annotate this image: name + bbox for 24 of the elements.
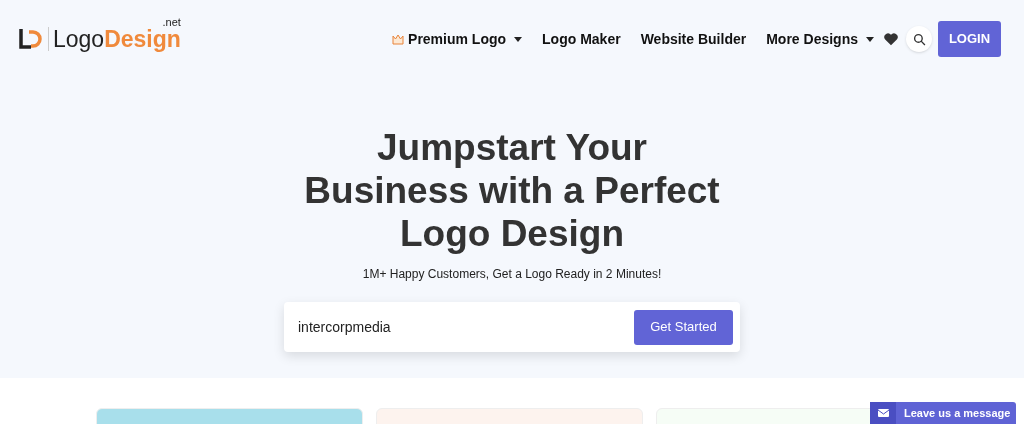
hero-headline: Jumpstart Your: [377, 126, 647, 169]
logo-icon: [18, 27, 44, 51]
search-icon: [912, 32, 926, 46]
caret-icon: [514, 36, 523, 42]
nav-link[interactable]: More Designs: [766, 28, 874, 50]
logo-word: Design: [104, 27, 181, 51]
search-button[interactable]: [906, 26, 932, 52]
caret-icon: [866, 36, 874, 42]
get-started-button[interactable]: Get Started: [634, 309, 733, 345]
search-bar[interactable]: intercorpmedia Get Started: [284, 302, 740, 352]
hero-headline: Logo Design: [399, 212, 624, 255]
chat-button[interactable]: Leave us a message: [870, 402, 1016, 424]
heart-icon[interactable]: [884, 32, 898, 46]
login-button[interactable]: LOGIN: [938, 21, 1001, 57]
crown-icon: [392, 33, 405, 45]
logo-word: Logo: [53, 27, 105, 51]
hero-subtitle: 1M+ Happy Customers, Get a Logo Ready in 2 Minutes!: [362, 266, 662, 283]
mail-icon: [877, 409, 889, 417]
hero-headline: Business with a Perfect: [304, 169, 720, 212]
input-field[interactable]: intercorpmedia: [298, 316, 634, 338]
nav-link[interactable]: Premium Logo: [392, 28, 523, 50]
nav-link[interactable]: Logo Maker: [542, 28, 621, 50]
nav-link[interactable]: Website Builder: [640, 28, 747, 50]
logo-suffix: .net: [162, 16, 181, 28]
